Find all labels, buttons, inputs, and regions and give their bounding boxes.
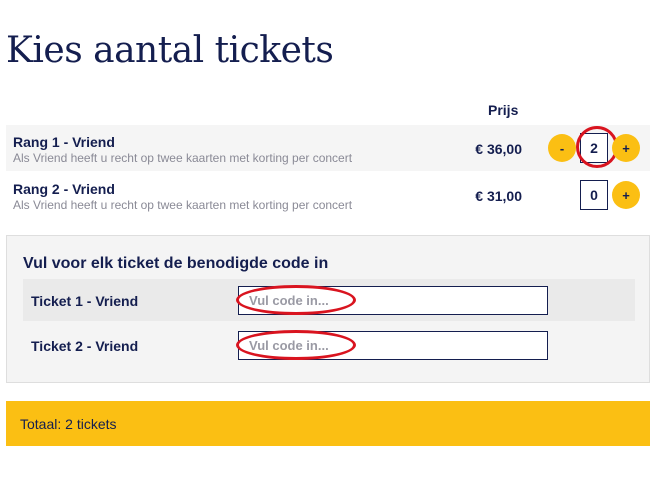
tier-name: Rang 1 - Vriend xyxy=(13,134,115,150)
quantity-value[interactable]: 0 xyxy=(580,180,608,210)
tier-description: Als Vriend heeft u recht op twee kaarten… xyxy=(13,151,353,165)
tier-price: € 31,00 xyxy=(475,188,522,204)
minus-icon: - xyxy=(559,140,565,156)
increase-quantity-button[interactable]: + xyxy=(612,134,640,162)
ticket-code-panel: Vul voor elk ticket de benodigde code in… xyxy=(6,235,650,383)
tier-name: Rang 2 - Vriend xyxy=(13,181,115,197)
decrease-quantity-button[interactable]: - xyxy=(548,134,576,162)
tier-description: Als Vriend heeft u recht op twee kaarten… xyxy=(13,198,353,212)
code-row-label: Ticket 2 - Vriend xyxy=(31,338,139,354)
annotation-ellipse xyxy=(236,285,356,315)
ticket-tier-row: Rang 1 - Vriend Als Vriend heeft u recht… xyxy=(6,125,650,171)
ticket-tier-row: Rang 2 - Vriend Als Vriend heeft u recht… xyxy=(6,172,650,218)
code-row-label: Ticket 1 - Vriend xyxy=(31,293,139,309)
plus-icon: + xyxy=(622,187,630,203)
increase-quantity-button[interactable]: + xyxy=(612,181,640,209)
total-tickets-text: Totaal: 2 tickets xyxy=(20,416,117,432)
price-column-header: Prijs xyxy=(488,102,519,118)
code-row: Ticket 2 - Vriend xyxy=(23,324,635,366)
page-title: Kies aantal tickets xyxy=(6,30,334,71)
plus-icon: + xyxy=(622,140,630,156)
annotation-ellipse xyxy=(236,330,356,360)
code-panel-heading: Vul voor elk ticket de benodigde code in xyxy=(23,255,329,272)
total-summary-bar: Totaal: 2 tickets xyxy=(6,401,650,446)
tier-price: € 36,00 xyxy=(475,141,522,157)
code-row: Ticket 1 - Vriend xyxy=(23,279,635,321)
